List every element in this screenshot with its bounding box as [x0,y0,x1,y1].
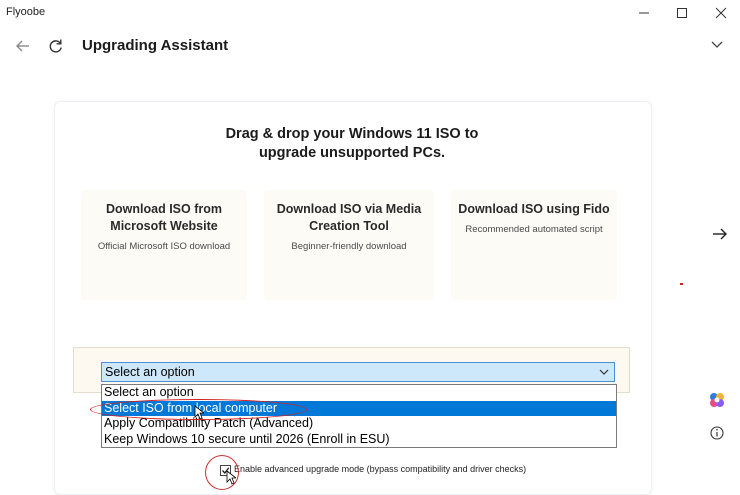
option-title: Download ISO via Media Creation Tool [276,202,422,233]
app-title: Flyoobe [6,6,46,18]
dropdown-option[interactable]: Select an option [102,385,616,401]
advanced-mode-label[interactable]: Enable advanced upgrade mode (bypass com… [234,464,526,474]
page-title: Upgrading Assistant [82,37,229,54]
next-button[interactable] [710,224,730,244]
mouse-cursor-icon [226,470,236,485]
close-button[interactable] [703,0,739,26]
action-select[interactable]: Select an option [101,362,615,382]
option-subtitle: Beginner-friendly download [291,241,407,252]
option-card-microsoft[interactable]: Download ISO from Microsoft Website Offi… [81,190,247,300]
close-icon [715,7,727,19]
dropdown-option[interactable]: Apply Compatibility Patch (Advanced) [102,416,616,432]
red-mark [680,283,683,285]
heading-line-1: Drag & drop your Windows 11 ISO to [225,126,479,142]
option-subtitle: Recommended automated script [465,224,603,235]
dropdown-option[interactable]: Keep Windows 10 secure until 2026 (Enrol… [102,432,616,448]
refresh-button[interactable] [44,34,68,58]
copilot-icon [710,393,724,407]
refresh-icon [49,39,62,53]
info-button[interactable] [709,425,725,441]
maximize-button[interactable] [664,0,700,26]
select-dropdown-list[interactable]: Select an option Select ISO from local c… [101,384,617,448]
expand-button[interactable] [705,33,729,57]
chevron-down-icon [599,369,609,375]
info-icon [710,426,724,440]
chevron-down-icon [711,41,723,48]
maximize-icon [677,8,687,18]
back-button[interactable] [11,34,35,58]
back-arrow-icon [16,40,29,52]
option-card-media-tool[interactable]: Download ISO via Media Creation Tool Beg… [264,190,434,300]
option-title: Download ISO from Microsoft Website [106,202,222,233]
arrow-right-icon [713,228,727,240]
dropdown-option-selected[interactable]: Select ISO from local computer [102,400,616,416]
mouse-cursor-icon [194,405,204,420]
drop-heading: Drag & drop your Windows 11 ISO to upgra… [54,125,650,163]
select-value: Select an option [105,365,195,379]
copilot-button[interactable] [709,392,725,408]
minimize-button[interactable] [626,0,662,26]
option-title: Download ISO using Fido [458,202,610,216]
minimize-icon [639,12,649,14]
heading-line-2: upgrade unsupported PCs. [258,145,446,161]
option-subtitle: Official Microsoft ISO download [97,241,231,252]
option-card-fido[interactable]: Download ISO using Fido Recommended auto… [451,190,617,300]
